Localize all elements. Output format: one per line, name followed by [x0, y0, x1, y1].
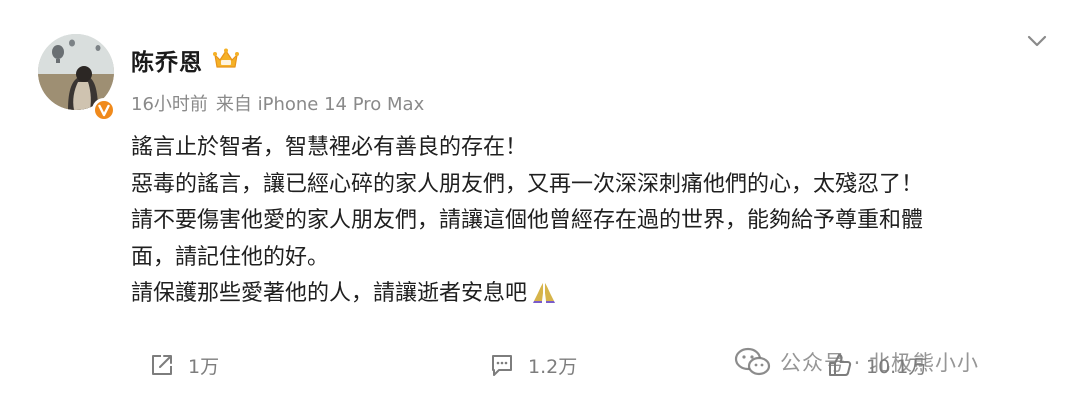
watermark-text: 公众号 · 北极熊小小: [780, 351, 980, 375]
weibo-post-card: 陈乔恩 16小时前 来自 iPhone 14 Pro Max 謠言止於智者，智慧裡…: [0, 0, 1080, 406]
repost-icon: [152, 355, 172, 375]
comment-count: 1.2万: [528, 355, 578, 378]
verified-badge-icon: [92, 98, 116, 122]
content-line: 謠言止於智者，智慧裡必有善良的存在！: [131, 135, 528, 160]
post-time[interactable]: 16小时前: [131, 94, 208, 115]
post-content: 謠言止於智者，智慧裡必有善良的存在！ 惡毒的謠言，讓已經心碎的家人朋友們，又再一…: [131, 130, 1051, 313]
wechat-icon: [734, 347, 771, 376]
author-name[interactable]: 陈乔恩: [131, 43, 203, 77]
content-line: 請保護那些愛著他的人，請讓逝者安息吧: [131, 281, 528, 306]
content-line-last: 請保護那些愛著他的人，請讓逝者安息吧: [131, 276, 1051, 313]
content-line: 惡毒的謠言，讓已經心碎的家人朋友們，又再一次深深刺痛他們的心，太殘忍了！: [131, 171, 924, 197]
comment-button[interactable]: 1.2万: [488, 345, 577, 385]
post-meta: 16小时前 来自 iPhone 14 Pro Max: [131, 90, 424, 116]
wechat-watermark: 公众号 · 北极熊小小: [734, 340, 979, 384]
post-source: 来自 iPhone 14 Pro Max: [215, 94, 425, 115]
content-line: 請不要傷害他愛的家人朋友們，請讓這個他曾經存在過的世界，能夠給予尊重和體: [131, 208, 924, 233]
comment-icon: [492, 355, 512, 376]
chevron-down-icon[interactable]: [1026, 33, 1048, 49]
content-line: 面，請記住他的好。: [131, 244, 330, 270]
praying-hands-icon: [531, 280, 557, 304]
repost-button[interactable]: 1万: [148, 345, 219, 385]
crown-icon[interactable]: [212, 47, 240, 71]
repost-count: 1万: [188, 355, 220, 378]
